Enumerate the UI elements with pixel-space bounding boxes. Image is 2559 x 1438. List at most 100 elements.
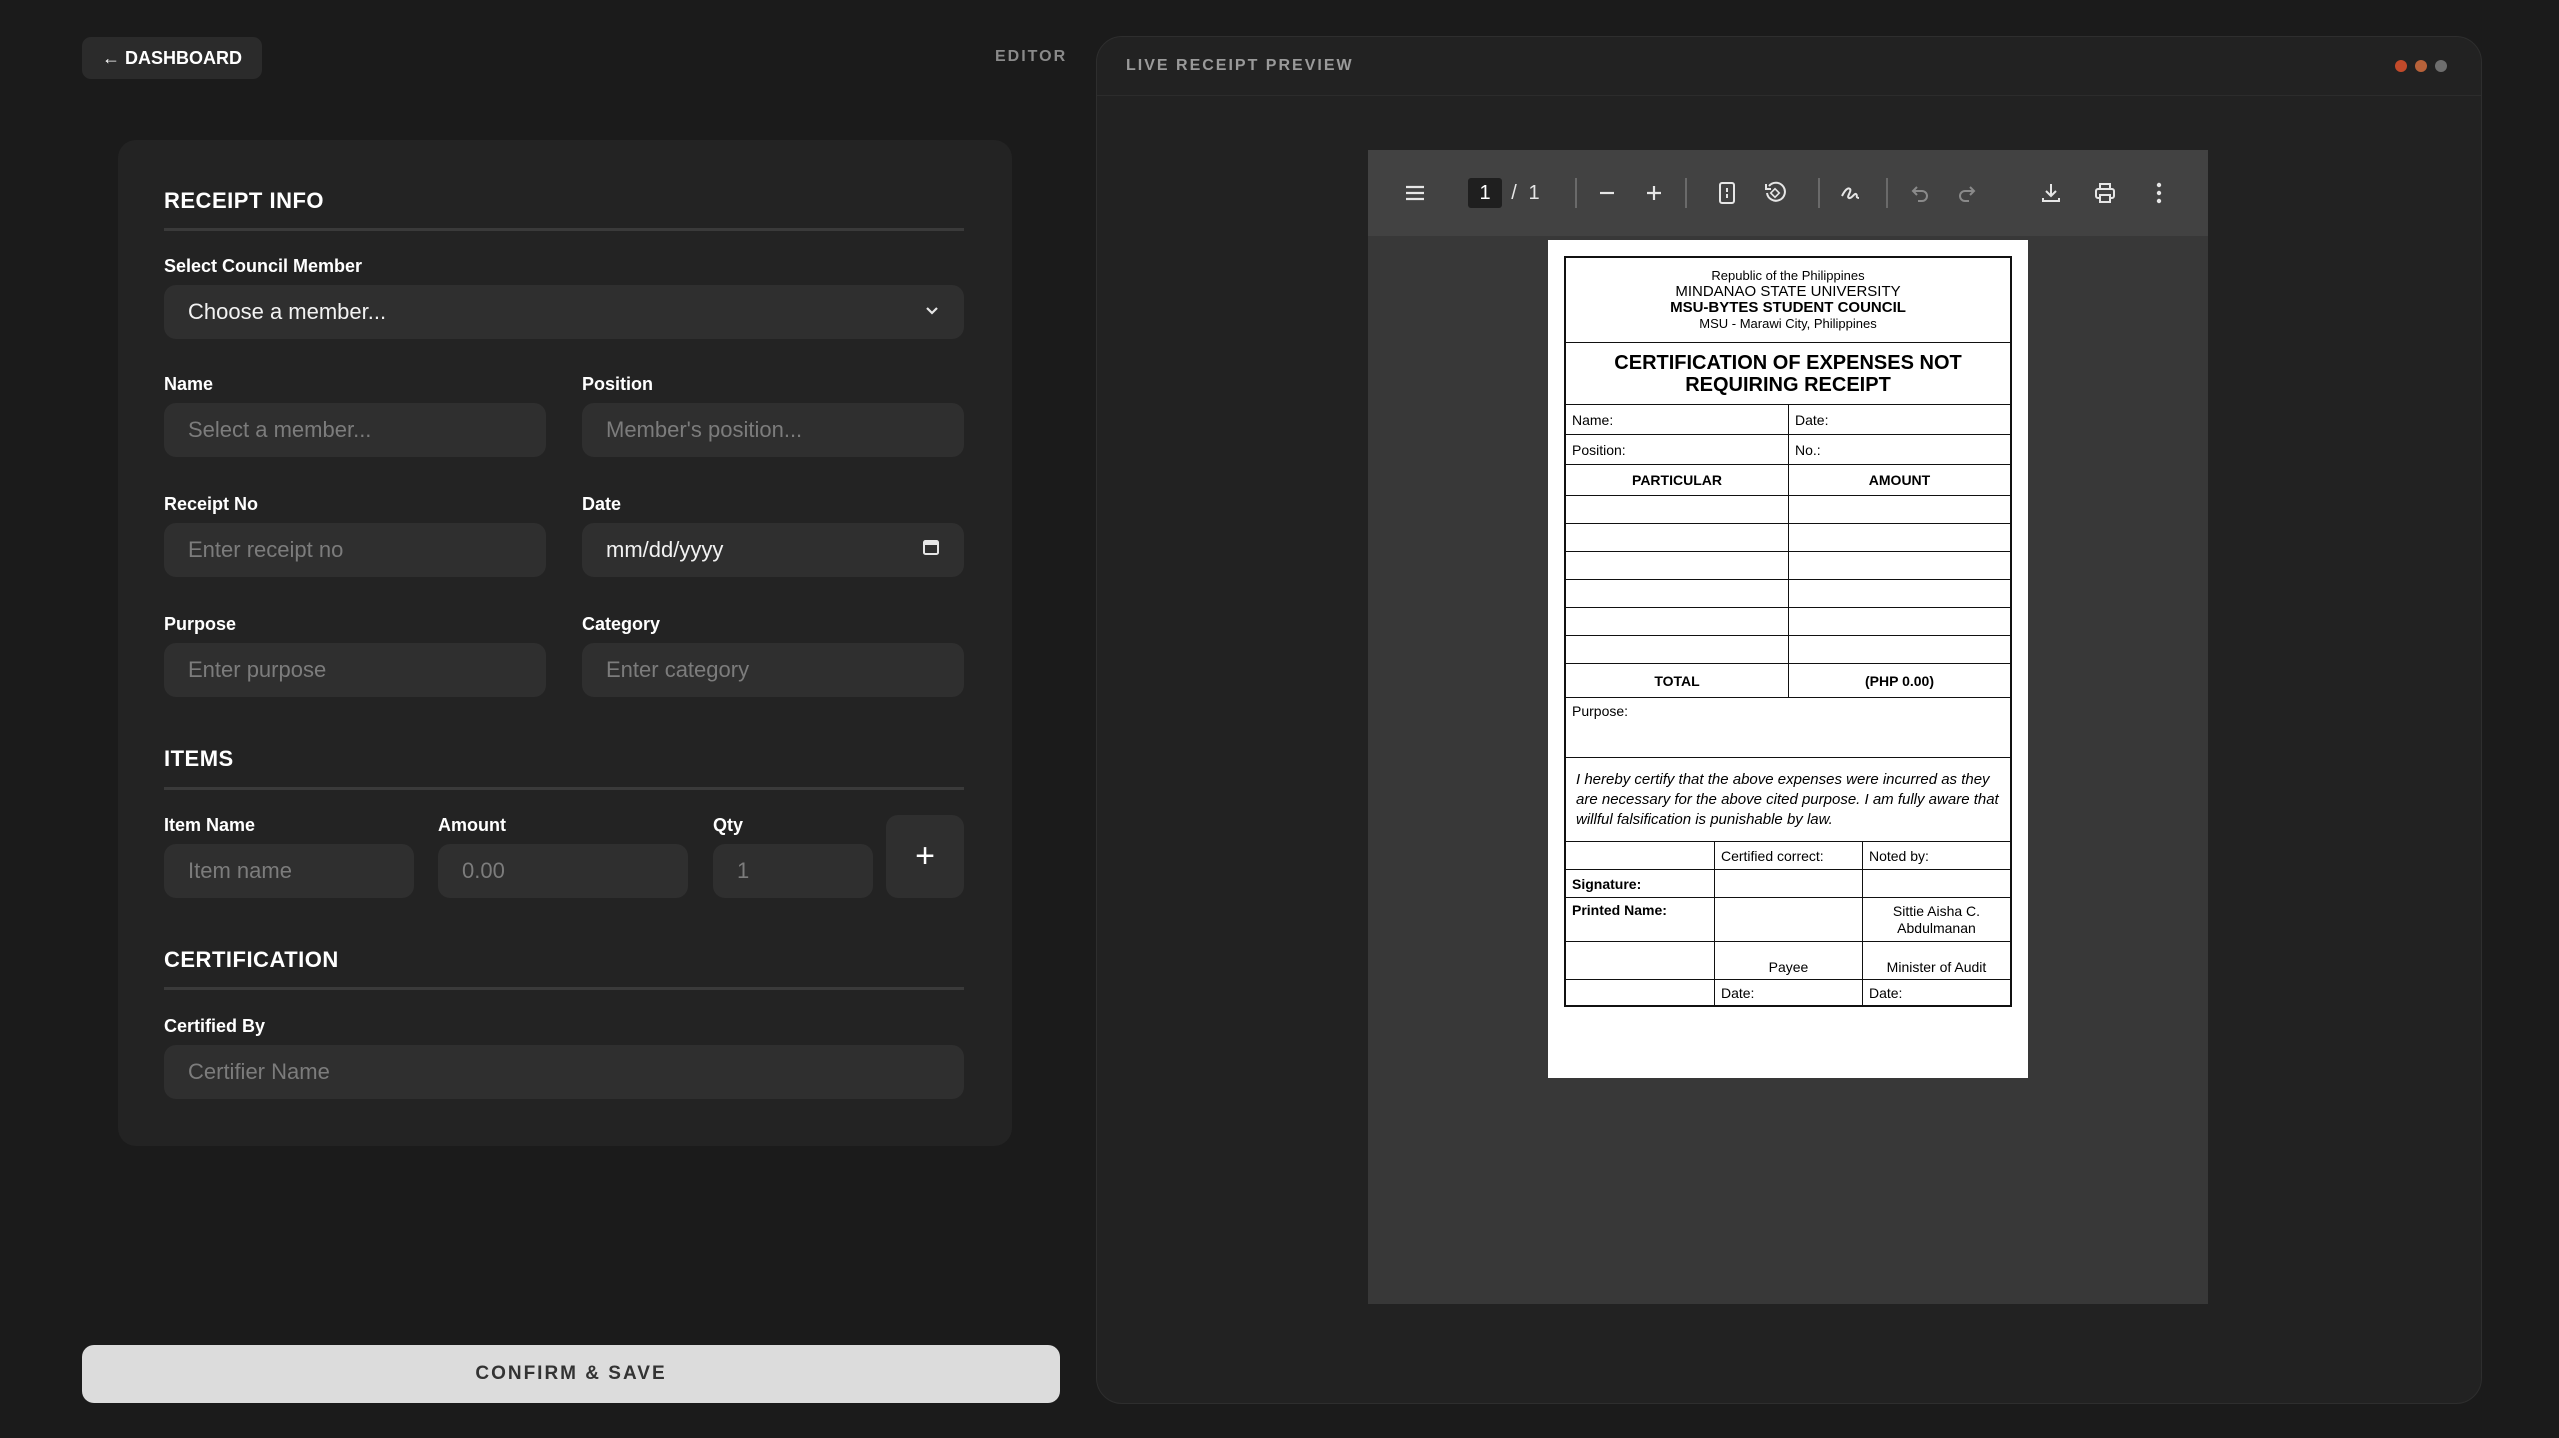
doc-no-label: No.: (1788, 435, 2010, 464)
document-title: CERTIFICATION OF EXPENSES NOT REQUIRING … (1614, 351, 1962, 396)
dashboard-back-button[interactable]: ← DASHBOARD (82, 37, 262, 79)
purpose-placeholder: Enter purpose (188, 657, 327, 682)
signature-label: Signature: (1572, 875, 1642, 892)
council-member-label: Select Council Member (164, 256, 363, 276)
amount-input[interactable]: 0.00 (438, 844, 688, 898)
signature-cell (1861, 870, 2010, 897)
item-row-cell (1566, 580, 1788, 607)
confirm-save-button[interactable]: CONFIRM & SAVE (82, 1345, 1060, 1403)
dashboard-back-label: ← DASHBOARD (101, 47, 242, 68)
council-member-value: Choose a member... (188, 299, 387, 324)
position-label: Position (582, 374, 653, 394)
noted-by-label: Noted by: (1861, 842, 2010, 869)
confirm-save-label: CONFIRM & SAVE (475, 1363, 667, 1384)
page-number-input[interactable]: 1 (1468, 178, 1502, 208)
certified-by-placeholder: Certifier Name (188, 1059, 330, 1084)
noted-by-name: Sittie Aisha C. Abdulmanan (1861, 898, 2010, 941)
item-row-cell (1566, 496, 1788, 523)
window-dot-gray (2435, 60, 2447, 72)
qty-placeholder: 1 (737, 858, 750, 883)
section-divider (164, 787, 964, 790)
item-row-cell (1788, 524, 2010, 551)
item-name-input[interactable]: Item name (164, 844, 414, 898)
preview-title: LIVE RECEIPT PREVIEW (1126, 57, 1354, 74)
section-title-certification: CERTIFICATION (164, 947, 339, 972)
position-input[interactable]: Member's position... (582, 403, 964, 457)
date-input[interactable]: mm/dd/yyyy (582, 523, 964, 577)
receipt-form: Republic of the Philippines MINDANAO STA… (1564, 256, 2012, 1007)
date-label: Date (582, 494, 622, 514)
minister-date-label: Date: (1861, 980, 2010, 1005)
cert-empty-cell (1566, 842, 1714, 869)
fit-page-icon[interactable] (1710, 176, 1744, 210)
more-options-icon[interactable] (2144, 176, 2174, 210)
item-row-cell (1788, 580, 2010, 607)
zoom-out-icon[interactable] (1590, 176, 1624, 210)
doc-purpose-label: Purpose: (1572, 703, 1629, 719)
zoom-in-icon[interactable] (1637, 176, 1671, 210)
col-particular-header: PARTICULAR (1632, 472, 1722, 488)
item-row-cell (1788, 496, 2010, 523)
payee-label: Payee (1713, 942, 1862, 979)
toolbar-separator (1685, 178, 1687, 208)
receipt-no-placeholder: Enter receipt no (188, 537, 344, 562)
item-name-placeholder: Item name (188, 858, 292, 883)
receipt-no-label: Receipt No (164, 494, 259, 514)
certified-by-input[interactable]: Certifier Name (164, 1045, 964, 1099)
section-divider (164, 228, 964, 231)
certified-correct-label: Certified correct: (1713, 842, 1862, 869)
toolbar-separator (1575, 178, 1577, 208)
amount-label: Amount (438, 815, 506, 835)
doc-position-label: Position: (1572, 441, 1626, 458)
position-placeholder: Member's position... (606, 417, 803, 442)
printed-name-label: Printed Name: (1572, 902, 1667, 918)
undo-icon[interactable] (1903, 176, 1937, 210)
draw-icon[interactable] (1834, 176, 1868, 210)
redo-icon[interactable] (1950, 176, 1984, 210)
total-label: TOTAL (1654, 672, 1700, 689)
name-input[interactable]: Select a member... (164, 403, 546, 457)
toolbar-separator (1886, 178, 1888, 208)
page-total: 1 (1528, 181, 1540, 204)
date-empty-cell (1566, 980, 1714, 1005)
plus-icon: + (915, 837, 935, 875)
total-value: (PHP 0.00) (1788, 664, 2010, 697)
rotate-icon[interactable] (1758, 176, 1792, 210)
add-item-button[interactable]: + (886, 815, 964, 898)
page-separator: / (1511, 181, 1517, 204)
calendar-icon[interactable] (922, 538, 940, 562)
payee-date-label: Date: (1713, 980, 1862, 1005)
item-row-cell (1566, 636, 1788, 663)
chevron-down-icon (924, 301, 940, 324)
item-row-cell (1566, 608, 1788, 635)
window-dot-orange (2415, 60, 2427, 72)
category-label: Category (582, 614, 661, 634)
council-member-select[interactable]: Choose a member... (164, 285, 964, 339)
item-row-cell (1788, 636, 2010, 663)
name-label: Name (164, 374, 214, 394)
doc-name-label: Name: (1572, 411, 1614, 428)
signature-cell (1713, 870, 1862, 897)
preview-header-divider (1097, 95, 2481, 96)
header-line-council: MSU-BYTES STUDENT COUNCIL (1670, 299, 1906, 316)
section-title-items: ITEMS (164, 746, 234, 771)
receipt-no-input[interactable]: Enter receipt no (164, 523, 546, 577)
receipt-header: Republic of the Philippines MINDANAO STA… (1566, 258, 2010, 342)
header-line-address: MSU - Marawi City, Philippines (1699, 316, 1877, 331)
col-amount-header: AMOUNT (1788, 465, 2010, 495)
qty-input[interactable]: 1 (713, 844, 873, 898)
print-icon[interactable] (2088, 176, 2122, 210)
purpose-label: Purpose (164, 614, 237, 634)
download-icon[interactable] (2034, 176, 2068, 210)
amount-placeholder: 0.00 (462, 858, 505, 883)
menu-icon[interactable] (1398, 176, 1432, 210)
item-row-cell (1788, 552, 2010, 579)
certification-statement: I hereby certify that the above expenses… (1576, 770, 1999, 828)
role-empty-cell (1566, 942, 1714, 979)
certified-by-label: Certified By (164, 1016, 266, 1036)
header-line-university: MINDANAO STATE UNIVERSITY (1675, 283, 1901, 300)
editor-label: EDITOR (995, 48, 1068, 65)
category-input[interactable]: Enter category (582, 643, 964, 697)
item-row-cell (1788, 608, 2010, 635)
purpose-input[interactable]: Enter purpose (164, 643, 546, 697)
